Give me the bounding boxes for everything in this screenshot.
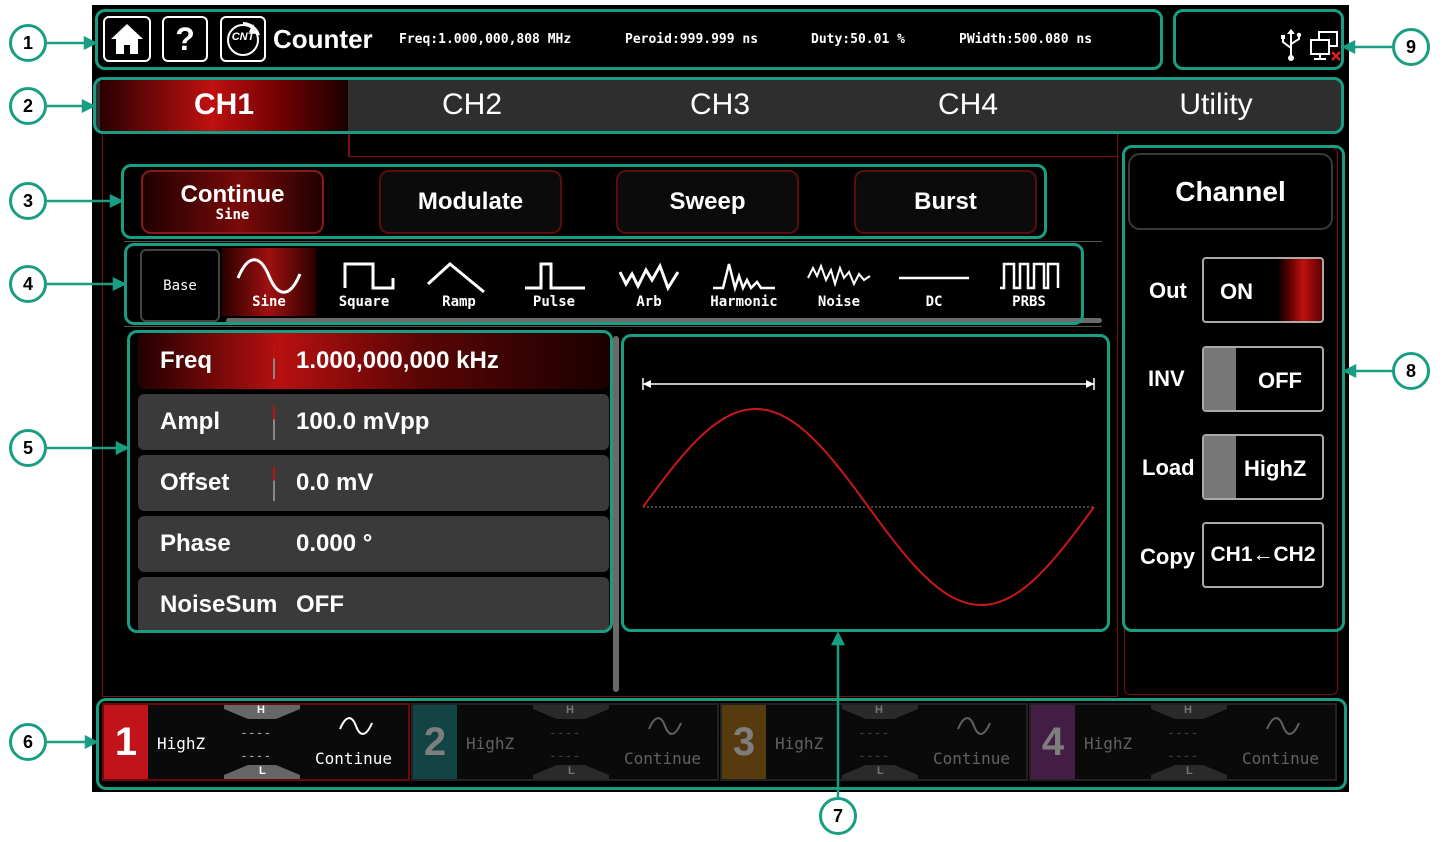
callout-5: 5	[9, 429, 47, 467]
highlight-topbar	[95, 9, 1163, 70]
highlight-preview	[621, 334, 1110, 632]
highlight-channel-panel	[1122, 145, 1345, 632]
divider	[124, 241, 1102, 242]
callout-2: 2	[9, 87, 47, 125]
callout-8: 8	[1392, 352, 1430, 390]
param-scrollbar[interactable]	[613, 336, 619, 692]
highlight-status-bar	[96, 698, 1347, 790]
highlight-tabs	[93, 77, 1344, 134]
callout-6: 6	[9, 723, 47, 761]
highlight-waveforms	[124, 243, 1084, 325]
callout-3: 3	[9, 182, 47, 220]
callout-9: 9	[1392, 28, 1430, 66]
callout-1: 1	[9, 24, 47, 62]
callout-4: 4	[9, 265, 47, 303]
highlight-status-icons	[1173, 9, 1344, 70]
frame-divider	[348, 131, 350, 157]
highlight-params	[127, 330, 613, 633]
divider	[124, 326, 1102, 327]
frame-divider	[348, 156, 1118, 157]
highlight-modes	[121, 164, 1047, 239]
callout-7: 7	[819, 797, 857, 835]
